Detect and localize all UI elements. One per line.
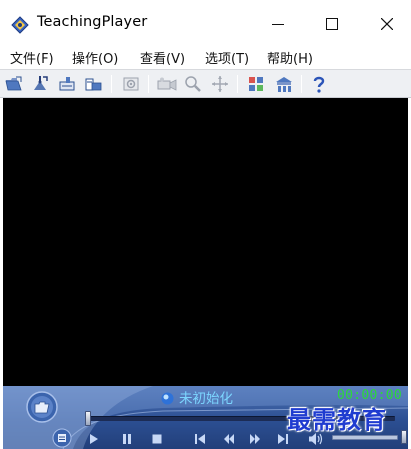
network-icon[interactable] [273, 73, 295, 95]
snapshot-icon[interactable] [120, 73, 142, 95]
layout-icon[interactable] [245, 73, 267, 95]
play-icon[interactable] [84, 430, 102, 448]
menu-view[interactable]: 查看(V) [140, 48, 185, 67]
toolbar-separator [148, 75, 149, 93]
menu-bar: 文件(F) 操作(O) 查看(V) 选项(T) 帮助(H) [0, 44, 411, 69]
rewind-icon[interactable] [220, 430, 238, 448]
forward-icon[interactable] [246, 430, 264, 448]
minimize-icon[interactable] [268, 14, 288, 34]
status-indicator-icon [161, 390, 174, 405]
app-logo-icon [11, 16, 29, 34]
watermark-text: 最需教育 [287, 405, 387, 434]
close-icon[interactable] [377, 14, 397, 34]
status-text: 未初始化 [179, 391, 233, 407]
prev-icon[interactable] [191, 430, 209, 448]
record-icon[interactable] [156, 73, 178, 95]
zoom-icon[interactable] [182, 73, 204, 95]
connect-icon[interactable] [29, 73, 51, 95]
move-icon[interactable] [209, 73, 231, 95]
volume-thumb[interactable] [401, 430, 407, 444]
toolbar-separator [237, 75, 238, 93]
menu-operate[interactable]: 操作(O) [72, 48, 118, 67]
toolbar-separator [301, 75, 302, 93]
toolbar [0, 69, 411, 98]
export-icon[interactable] [56, 73, 78, 95]
help-icon[interactable] [308, 73, 330, 95]
open-folder-icon[interactable] [3, 73, 25, 95]
open-file-button[interactable] [25, 390, 59, 424]
volume-slider[interactable] [332, 435, 398, 440]
window-title: TeachingPlayer [37, 14, 148, 30]
stop-icon[interactable] [148, 430, 166, 448]
convert-icon[interactable] [82, 73, 104, 95]
menu-file[interactable]: 文件(F) [10, 48, 54, 67]
video-display[interactable] [3, 98, 408, 386]
maximize-icon[interactable] [322, 14, 342, 34]
seek-thumb[interactable] [85, 411, 91, 426]
toolbar-separator [111, 75, 112, 93]
title-bar: TeachingPlayer [0, 0, 411, 44]
menu-options[interactable]: 选项(T) [205, 48, 249, 67]
menu-help[interactable]: 帮助(H) [267, 48, 313, 67]
playlist-button[interactable] [52, 428, 72, 448]
pause-icon[interactable] [118, 430, 136, 448]
